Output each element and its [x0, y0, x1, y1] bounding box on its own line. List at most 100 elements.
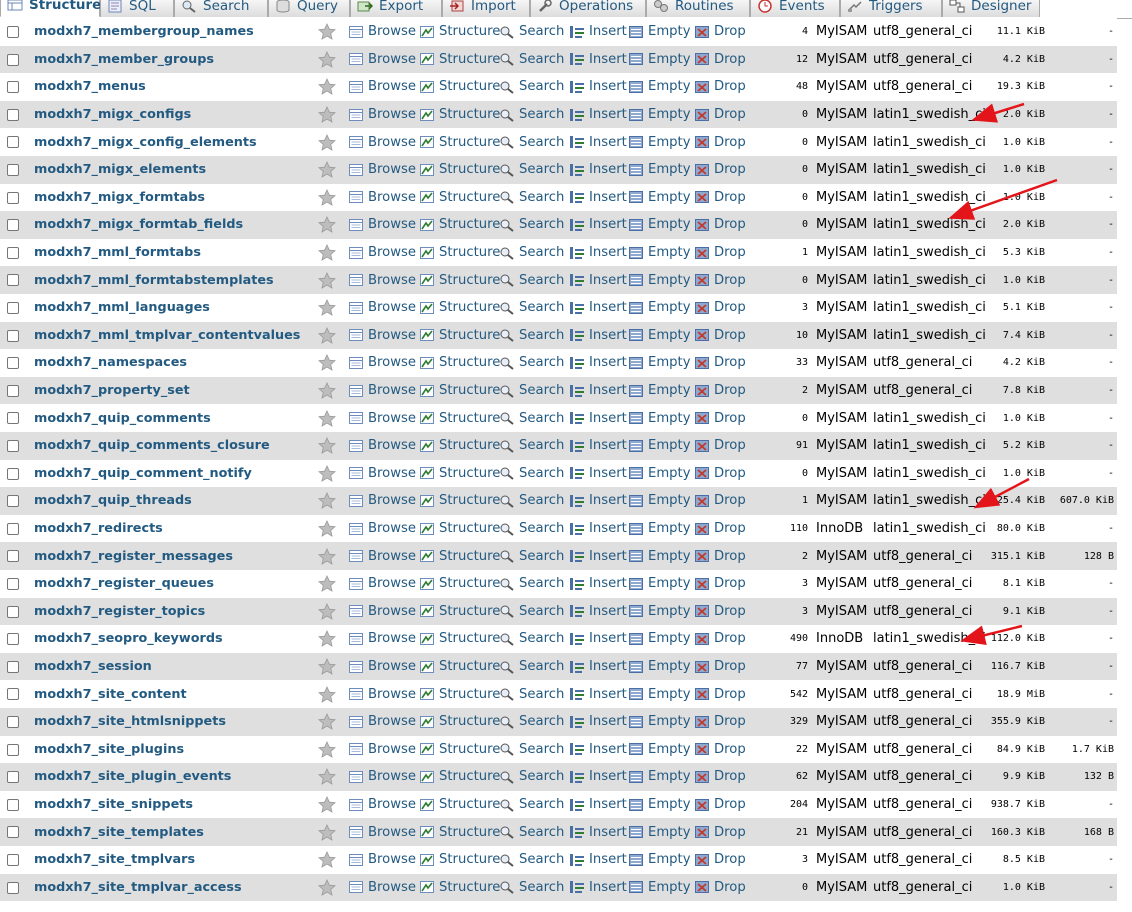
search-action-link[interactable]: Search [499, 460, 564, 488]
insert-action-link[interactable]: Insert [569, 680, 627, 708]
search-action-link[interactable]: Search [499, 156, 564, 184]
browse-action-link[interactable]: Browse [348, 18, 416, 46]
tab-sql[interactable]: SQL [100, 0, 174, 17]
tab-designer[interactable]: Designer [942, 0, 1040, 17]
empty-action-link[interactable]: Empty [628, 736, 691, 764]
row-checkbox[interactable] [7, 357, 19, 370]
drop-action-link[interactable]: Drop [694, 322, 746, 350]
favorite-star-icon[interactable] [318, 211, 336, 239]
table-name-link[interactable]: modxh7_site_tmplvars [34, 846, 195, 874]
structure-action-link[interactable]: Structure [419, 432, 500, 460]
browse-action-link[interactable]: Browse [348, 846, 416, 874]
empty-action-link[interactable]: Empty [628, 266, 691, 294]
browse-action-link[interactable]: Browse [348, 73, 416, 101]
empty-action-link[interactable]: Empty [628, 46, 691, 74]
empty-action-link[interactable]: Empty [628, 625, 691, 653]
table-name-link[interactable]: modxh7_site_plugin_events [34, 763, 231, 791]
insert-action-link[interactable]: Insert [569, 874, 627, 902]
browse-action-link[interactable]: Browse [348, 239, 416, 267]
insert-action-link[interactable]: Insert [569, 184, 627, 212]
favorite-star-icon[interactable] [318, 598, 336, 626]
row-checkbox[interactable] [7, 854, 19, 866]
drop-action-link[interactable]: Drop [694, 349, 746, 377]
empty-action-link[interactable]: Empty [628, 211, 691, 239]
tab-routines[interactable]: Routines [646, 0, 750, 17]
insert-action-link[interactable]: Insert [569, 156, 627, 184]
empty-action-link[interactable]: Empty [628, 18, 691, 46]
drop-action-link[interactable]: Drop [694, 156, 746, 184]
row-checkbox[interactable] [7, 274, 19, 287]
insert-action-link[interactable]: Insert [569, 487, 627, 515]
row-checkbox[interactable] [7, 440, 19, 452]
favorite-star-icon[interactable] [318, 18, 336, 46]
insert-action-link[interactable]: Insert [569, 763, 627, 791]
search-action-link[interactable]: Search [499, 874, 564, 902]
favorite-star-icon[interactable] [318, 432, 336, 460]
browse-action-link[interactable]: Browse [348, 211, 416, 239]
insert-action-link[interactable]: Insert [569, 211, 627, 239]
tab-triggers[interactable]: Triggers [840, 0, 942, 17]
table-name-link[interactable]: modxh7_migx_configs [34, 101, 191, 129]
table-name-link[interactable]: modxh7_site_tmplvar_access [34, 874, 242, 902]
structure-action-link[interactable]: Structure [419, 377, 500, 405]
insert-action-link[interactable]: Insert [569, 460, 627, 488]
insert-action-link[interactable]: Insert [569, 128, 627, 156]
search-action-link[interactable]: Search [499, 266, 564, 294]
drop-action-link[interactable]: Drop [694, 18, 746, 46]
tab-events[interactable]: Events [750, 0, 840, 17]
drop-action-link[interactable]: Drop [694, 432, 746, 460]
search-action-link[interactable]: Search [499, 322, 564, 350]
tab-export[interactable]: Export [350, 0, 442, 17]
insert-action-link[interactable]: Insert [569, 322, 627, 350]
favorite-star-icon[interactable] [318, 460, 336, 488]
structure-action-link[interactable]: Structure [419, 211, 500, 239]
drop-action-link[interactable]: Drop [694, 542, 746, 570]
table-name-link[interactable]: modxh7_property_set [34, 377, 190, 405]
drop-action-link[interactable]: Drop [694, 708, 746, 736]
search-action-link[interactable]: Search [499, 46, 564, 74]
insert-action-link[interactable]: Insert [569, 625, 627, 653]
table-name-link[interactable]: modxh7_quip_comments [34, 404, 211, 432]
insert-action-link[interactable]: Insert [569, 570, 627, 598]
structure-action-link[interactable]: Structure [419, 460, 500, 488]
structure-action-link[interactable]: Structure [419, 680, 500, 708]
table-name-link[interactable]: modxh7_register_topics [34, 598, 205, 626]
favorite-star-icon[interactable] [318, 791, 336, 819]
search-action-link[interactable]: Search [499, 570, 564, 598]
structure-action-link[interactable]: Structure [419, 708, 500, 736]
drop-action-link[interactable]: Drop [694, 101, 746, 129]
table-name-link[interactable]: modxh7_session [34, 653, 152, 681]
favorite-star-icon[interactable] [318, 349, 336, 377]
search-action-link[interactable]: Search [499, 818, 564, 846]
tab-operations[interactable]: Operations [530, 0, 646, 17]
insert-action-link[interactable]: Insert [569, 73, 627, 101]
row-checkbox[interactable] [7, 578, 19, 590]
table-name-link[interactable]: modxh7_site_templates [34, 818, 204, 846]
insert-action-link[interactable]: Insert [569, 404, 627, 432]
table-name-link[interactable]: modxh7_site_htmlsnippets [34, 708, 226, 736]
table-name-link[interactable]: modxh7_membergroup_names [34, 18, 254, 46]
empty-action-link[interactable]: Empty [628, 377, 691, 405]
browse-action-link[interactable]: Browse [348, 294, 416, 322]
row-checkbox[interactable] [7, 246, 19, 259]
insert-action-link[interactable]: Insert [569, 542, 627, 570]
row-checkbox[interactable] [7, 53, 19, 66]
table-name-link[interactable]: modxh7_namespaces [34, 349, 187, 377]
row-checkbox[interactable] [7, 633, 19, 646]
search-action-link[interactable]: Search [499, 791, 564, 819]
drop-action-link[interactable]: Drop [694, 184, 746, 212]
table-name-link[interactable]: modxh7_quip_threads [34, 487, 192, 515]
insert-action-link[interactable]: Insert [569, 791, 627, 819]
empty-action-link[interactable]: Empty [628, 128, 691, 156]
browse-action-link[interactable]: Browse [348, 101, 416, 129]
structure-action-link[interactable]: Structure [419, 349, 500, 377]
structure-action-link[interactable]: Structure [419, 874, 500, 902]
table-name-link[interactable]: modxh7_mml_languages [34, 294, 210, 322]
row-checkbox[interactable] [7, 191, 19, 204]
browse-action-link[interactable]: Browse [348, 349, 416, 377]
structure-action-link[interactable]: Structure [419, 791, 500, 819]
row-checkbox[interactable] [7, 302, 19, 314]
table-name-link[interactable]: modxh7_mml_formtabstemplates [34, 266, 274, 294]
favorite-star-icon[interactable] [318, 46, 336, 74]
structure-action-link[interactable]: Structure [419, 570, 500, 598]
